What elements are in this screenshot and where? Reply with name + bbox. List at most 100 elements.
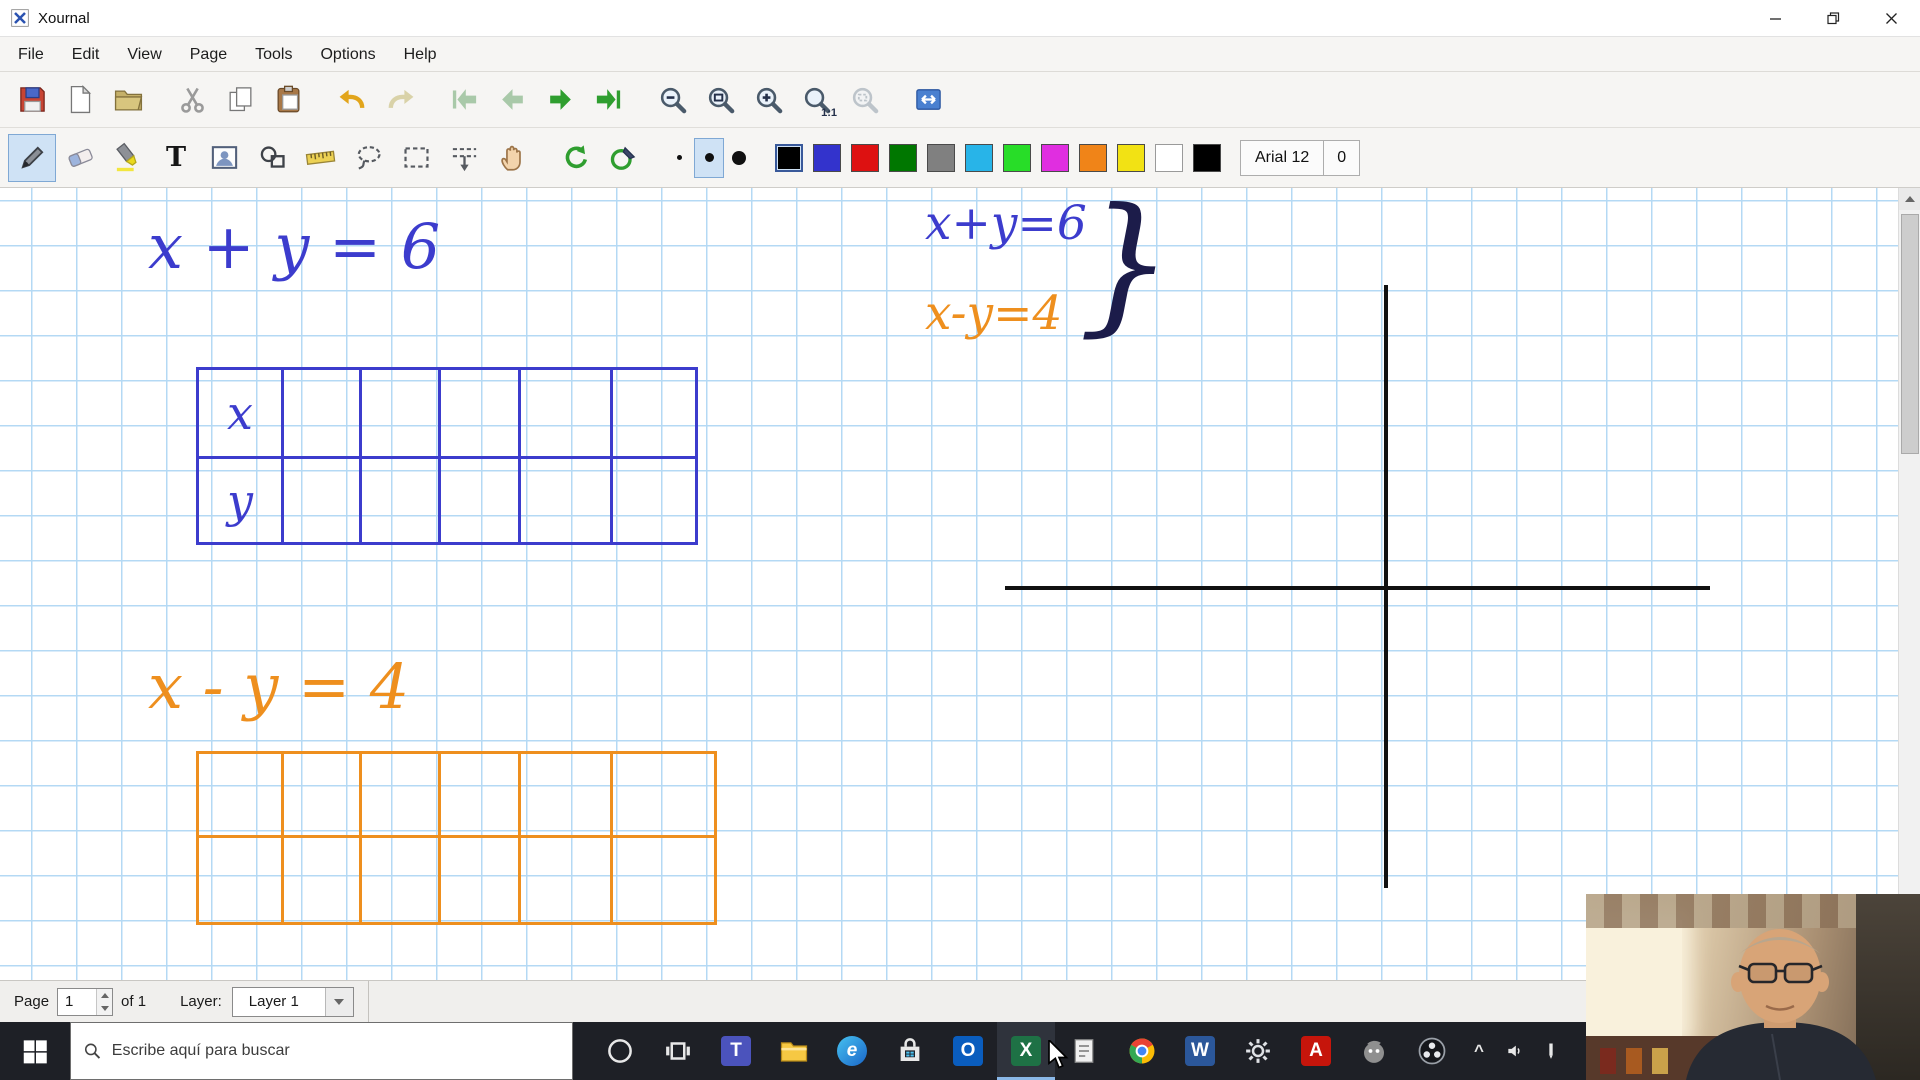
new-page-icon (65, 84, 96, 115)
lasso-select-button[interactable] (344, 134, 392, 182)
last-page-button[interactable] (584, 76, 632, 124)
copy-button[interactable] (216, 76, 264, 124)
color-swatch-lightblue[interactable] (965, 144, 993, 172)
taskbar-app-teams[interactable]: T (707, 1022, 765, 1080)
color-swatch-magenta[interactable] (1041, 144, 1069, 172)
layer-dropdown[interactable]: Layer 1 (232, 987, 354, 1017)
fullscreen-button[interactable] (904, 76, 952, 124)
save-button[interactable] (8, 76, 56, 124)
pen-size-fine-button[interactable] (664, 138, 694, 178)
last-page-icon (593, 84, 624, 115)
paste-button[interactable] (264, 76, 312, 124)
taskbar-search-box[interactable] (70, 1022, 573, 1080)
menu-file[interactable]: File (4, 37, 58, 72)
layer-dropdown-arrow[interactable] (325, 988, 353, 1016)
menu-page[interactable]: Page (176, 37, 241, 72)
zoom-fit-button[interactable] (696, 76, 744, 124)
page-spin-up-button[interactable] (97, 989, 112, 1002)
taskbar-app-gimp[interactable] (1345, 1022, 1403, 1080)
zoom-100-button[interactable]: 1:1 (792, 76, 840, 124)
cut-button[interactable] (168, 76, 216, 124)
color-swatch-black[interactable] (775, 144, 803, 172)
rect-select-button[interactable] (392, 134, 440, 182)
font-size-box[interactable]: 0 (1324, 140, 1360, 176)
default-pen-button[interactable] (552, 134, 600, 182)
color-swatch-gray[interactable] (927, 144, 955, 172)
restore-button[interactable] (1804, 0, 1862, 36)
table-cell (199, 754, 284, 838)
scroll-up-button[interactable] (1899, 188, 1920, 210)
taskbar-app-edge[interactable]: e (823, 1022, 881, 1080)
lasso-select-icon (353, 142, 384, 173)
vertical-scrollbar[interactable] (1898, 188, 1920, 980)
scrollbar-thumb[interactable] (1901, 214, 1919, 454)
hand-tool-button[interactable] (488, 134, 536, 182)
image-tool-button[interactable] (200, 134, 248, 182)
pen-size-medium-button[interactable] (694, 138, 724, 178)
page-number-spinner[interactable]: 1 (57, 988, 113, 1016)
taskbar-app-excel[interactable]: X (997, 1022, 1055, 1080)
tray-pen-button[interactable] (1533, 1022, 1569, 1080)
color-swatch-orange[interactable] (1079, 144, 1107, 172)
zoom-out-button[interactable] (648, 76, 696, 124)
menu-help[interactable]: Help (390, 37, 451, 72)
xournal-app-icon (10, 8, 30, 28)
open-button[interactable] (104, 76, 152, 124)
undo-button[interactable] (328, 76, 376, 124)
first-page-button[interactable] (440, 76, 488, 124)
taskbar-app-settings[interactable] (1229, 1022, 1287, 1080)
pen-tool-button[interactable] (8, 134, 56, 182)
taskbar-app-outlook[interactable]: O (939, 1022, 997, 1080)
task-view-button[interactable] (649, 1022, 707, 1080)
text-tool-button[interactable]: T (152, 134, 200, 182)
color-swatch-yellow[interactable] (1117, 144, 1145, 172)
ruler-tool-button[interactable] (296, 134, 344, 182)
color-swatch-green[interactable] (889, 144, 917, 172)
tray-speaker-button[interactable] (1497, 1022, 1533, 1080)
shape-recognizer-button[interactable] (600, 134, 648, 182)
highlighter-tool-button[interactable] (104, 134, 152, 182)
redo-button[interactable] (376, 76, 424, 124)
color-swatch-custom[interactable] (1193, 144, 1221, 172)
start-button[interactable] (0, 1022, 70, 1080)
taskbar-app-obs[interactable] (1403, 1022, 1461, 1080)
color-swatch-red[interactable] (851, 144, 879, 172)
font-button[interactable]: Arial 12 (1240, 140, 1324, 176)
restore-icon (1827, 12, 1840, 25)
first-page-icon (449, 84, 480, 115)
minimize-button[interactable] (1746, 0, 1804, 36)
next-page-button[interactable] (536, 76, 584, 124)
menu-view[interactable]: View (113, 37, 175, 72)
taskbar-app-file-explorer[interactable] (765, 1022, 823, 1080)
shapes-tool-button[interactable] (248, 134, 296, 182)
zoom-in-button[interactable] (744, 76, 792, 124)
hand-tool-icon (497, 142, 528, 173)
menu-edit[interactable]: Edit (58, 37, 114, 72)
taskbar-app-acrobat[interactable]: A (1287, 1022, 1345, 1080)
menu-tools[interactable]: Tools (241, 37, 306, 72)
save-icon (17, 84, 48, 115)
taskbar-app-word[interactable]: W (1171, 1022, 1229, 1080)
new-page-button[interactable] (56, 76, 104, 124)
page-spin-down-button[interactable] (97, 1002, 112, 1015)
close-button[interactable] (1862, 0, 1920, 36)
menu-options[interactable]: Options (306, 37, 389, 72)
table-cell (521, 754, 613, 838)
tray-expand-button[interactable]: ^ (1461, 1022, 1497, 1080)
table-cell (613, 370, 695, 459)
taskbar-search-input[interactable] (112, 1042, 560, 1060)
eraser-tool-button[interactable] (56, 134, 104, 182)
table-cell (441, 838, 521, 922)
taskbar-app-chrome[interactable] (1113, 1022, 1171, 1080)
toolbar-gap (536, 157, 552, 158)
previous-page-button[interactable] (488, 76, 536, 124)
cortana-button[interactable] (591, 1022, 649, 1080)
color-swatch-blue[interactable] (813, 144, 841, 172)
zoom-selection-button[interactable] (840, 76, 888, 124)
color-swatch-lightgreen[interactable] (1003, 144, 1031, 172)
pen-size-thick-button[interactable] (724, 138, 754, 178)
taskbar-app-store[interactable] (881, 1022, 939, 1080)
vertical-space-button[interactable] (440, 134, 488, 182)
pen-size-medium-icon (705, 153, 714, 162)
color-swatch-white[interactable] (1155, 144, 1183, 172)
